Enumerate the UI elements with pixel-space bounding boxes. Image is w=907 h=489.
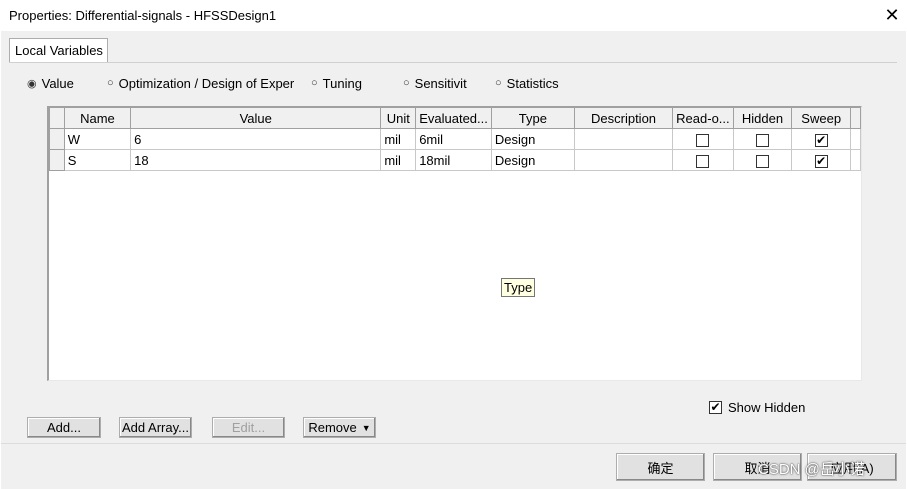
checkbox-checked-icon[interactable]: ✔ [709,401,722,414]
radio-label: Value [41,75,74,91]
cell-description[interactable] [573,128,674,150]
radio-selected-icon: ◉ [27,77,37,90]
radio-icon: ○ [107,77,114,89]
row-header[interactable] [49,149,65,171]
checkbox-icon[interactable] [696,133,710,147]
cell-filler [850,149,861,171]
dropdown-arrow-icon: ▼ [361,422,371,433]
cell-sweep[interactable]: ✔ [791,128,852,150]
cell-name[interactable]: W [63,128,132,150]
radio-sensitivity[interactable]: ○ Sensitivit [403,75,467,91]
radio-icon: ○ [311,77,318,89]
cell-value[interactable]: 18 [130,149,382,171]
table-row[interactable]: W 6 mil 6mil Design ✔ [49,128,861,150]
checkbox-icon[interactable] [755,133,769,147]
tab-local-variables[interactable]: Local Variables [9,38,108,63]
cell-name[interactable]: S [63,149,132,171]
col-header-read-only[interactable]: Read-o... [672,107,734,129]
radio-statistics[interactable]: ○ Statistics [495,75,559,91]
row-header[interactable] [49,128,65,150]
cell-evaluated: 18mil [415,149,492,171]
col-header-hidden[interactable]: Hidden [732,107,793,129]
add-button[interactable]: Add... [27,417,101,438]
watermark: CSDN @岳小诺 [758,461,865,478]
cell-value[interactable]: 6 [130,128,382,150]
table-row[interactable]: S 18 mil 18mil Design ✔ [49,149,861,171]
checkbox-icon[interactable] [755,154,769,168]
cell-hidden[interactable] [732,128,793,150]
remove-button[interactable]: Remove ▼ [303,417,376,438]
add-array-button[interactable]: Add Array... [119,417,192,438]
cell-read-only[interactable] [672,128,734,150]
col-header-sweep[interactable]: Sweep [791,107,852,129]
radio-icon: ○ [495,77,502,89]
col-header-name[interactable]: Name [63,107,132,129]
col-header-unit[interactable]: Unit [380,107,417,129]
show-hidden-label: Show Hidden [728,400,806,415]
cell-description[interactable] [573,149,674,171]
title-bar: Properties: Differential-signals - HFSSD… [0,0,907,31]
cell-read-only[interactable] [672,149,734,171]
checkbox-checked-icon[interactable]: ✔ [814,133,828,147]
cell-sweep[interactable]: ✔ [791,149,852,171]
cell-unit[interactable]: mil [380,149,417,171]
dialog-body: Local Variables ◉ Value ○ Optimization /… [1,31,906,489]
radio-label: Tuning [322,75,362,91]
footer-separator [1,443,906,444]
cell-unit[interactable]: mil [380,128,417,150]
window-title: Properties: Differential-signals - HFSSD… [9,8,277,23]
radio-tuning[interactable]: ○ Tuning [311,75,362,91]
cell-filler [850,128,861,150]
remove-label: Remove [308,420,357,435]
tooltip: Type [501,278,536,297]
radio-icon: ○ [403,77,410,89]
cell-type[interactable]: Design [490,128,575,150]
variables-table: Name Value Unit Evaluated... Type Descri… [49,107,861,171]
col-header-type[interactable]: Type [490,107,575,129]
col-header-value[interactable]: Value [130,107,382,129]
variables-grid[interactable]: Name Value Unit Evaluated... Type Descri… [47,106,862,381]
ok-button[interactable]: 确定 [616,453,705,481]
radio-optimization[interactable]: ○ Optimization / Design of Exper [107,75,294,91]
checkbox-checked-icon[interactable]: ✔ [814,154,828,168]
cell-hidden[interactable] [732,149,793,171]
corner-cell [49,107,65,129]
radio-label: Sensitivit [414,75,467,91]
col-header-filler [850,107,861,129]
radio-value[interactable]: ◉ Value [27,75,74,91]
header-row: Name Value Unit Evaluated... Type Descri… [49,107,861,129]
col-header-description[interactable]: Description [573,107,674,129]
show-hidden-checkbox[interactable]: ✔ Show Hidden [709,400,805,415]
close-icon[interactable]: ✕ [877,0,907,31]
radio-label: Optimization / Design of Exper [118,75,295,91]
radio-label: Statistics [506,75,559,91]
cell-evaluated: 6mil [415,128,492,150]
cell-type[interactable]: Design [490,149,575,171]
edit-button[interactable]: Edit... [212,417,285,438]
checkbox-icon[interactable] [696,154,710,168]
col-header-evaluated[interactable]: Evaluated... [415,107,492,129]
